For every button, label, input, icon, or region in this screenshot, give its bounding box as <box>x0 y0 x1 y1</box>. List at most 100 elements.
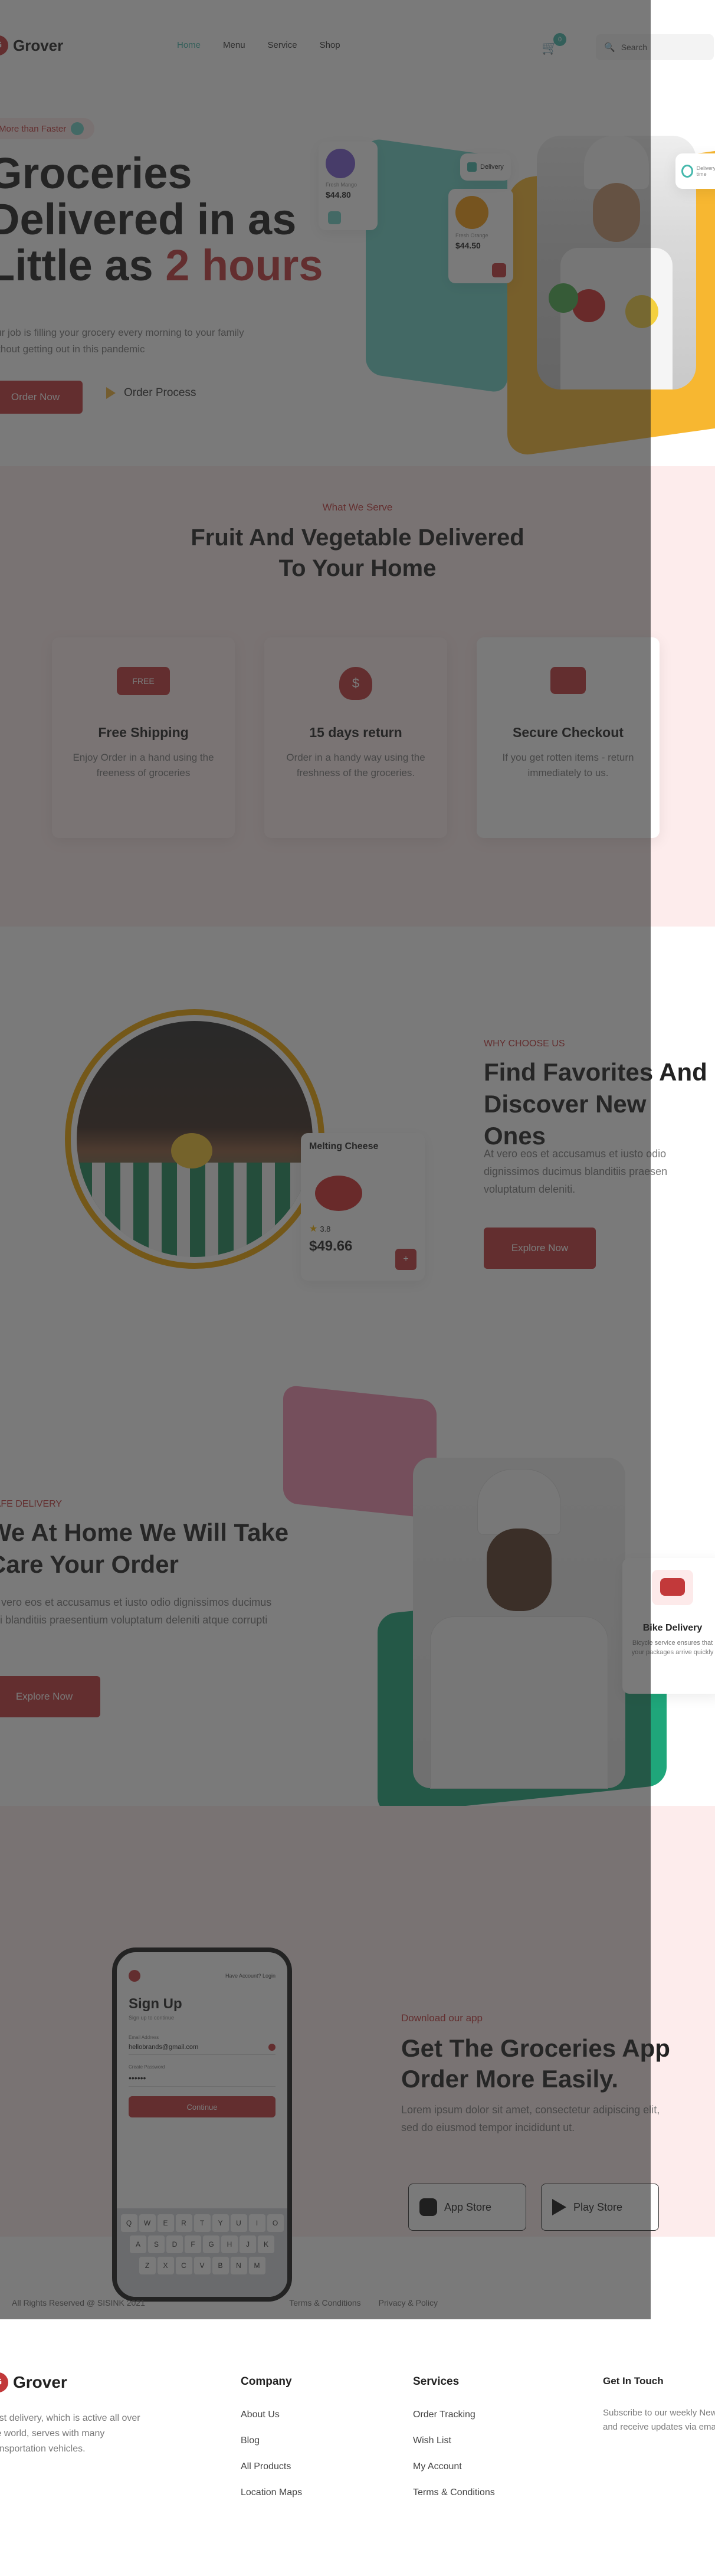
scooter-icon <box>652 1570 693 1605</box>
key[interactable]: J <box>240 2235 256 2253</box>
phone-mockup: Have Account? Login Sign Up Sign up to c… <box>112 1947 292 2302</box>
play-store-button[interactable]: Play Store <box>541 2184 659 2231</box>
footer-link-terms[interactable]: Terms & Conditions <box>413 2487 495 2498</box>
keyboard-row-3: Z X C V B N M <box>120 2257 284 2274</box>
footer-services-title: Services <box>413 2375 460 2388</box>
key[interactable]: W <box>139 2214 156 2232</box>
footer-link-about[interactable]: About Us <box>241 2410 302 2420</box>
key[interactable]: Z <box>139 2257 156 2274</box>
key[interactable]: A <box>130 2235 146 2253</box>
product-card-2-cart[interactable] <box>492 263 506 277</box>
orange-icon <box>455 196 488 229</box>
copyright-text: All Rights Reserved @ SISINK 2021 <box>12 2298 145 2307</box>
phone-continue-button[interactable]: Continue <box>129 2096 275 2117</box>
chef-face <box>593 183 640 242</box>
key[interactable]: O <box>267 2214 284 2232</box>
features-eyebrow: What We Serve <box>322 502 393 513</box>
key[interactable]: S <box>148 2235 165 2253</box>
footer-link-account[interactable]: My Account <box>413 2462 495 2472</box>
key[interactable]: M <box>248 2257 265 2274</box>
logo[interactable]: G Grover <box>0 35 63 55</box>
footer: G Grover Fast delivery, which is active … <box>0 2319 715 2576</box>
delivery-label: Delivery <box>480 163 504 171</box>
feature-card-checkout: Secure Checkout If you get rotten items … <box>477 637 660 838</box>
key[interactable]: E <box>157 2214 174 2232</box>
product-card-1-price: $44.80 <box>326 190 351 199</box>
product-card-1-cart[interactable] <box>328 211 341 224</box>
key[interactable]: V <box>193 2257 211 2274</box>
cart-button[interactable]: 🛒 0 <box>542 33 566 55</box>
chat-icon <box>550 667 586 694</box>
favorites-explore-button[interactable]: Explore Now <box>484 1228 596 1269</box>
order-process-link[interactable]: Order Process <box>106 387 196 400</box>
search-box[interactable]: 🔍 Search <box>596 34 714 60</box>
secure-text: At vero eos et accusamus et iusto odio d… <box>0 1593 271 1629</box>
key[interactable]: D <box>166 2235 183 2253</box>
order-now-button[interactable]: Order Now <box>0 381 83 414</box>
features-title-line1: Fruit And Vegetable Delivered <box>191 525 524 551</box>
lemons <box>171 1133 212 1168</box>
app-store-button[interactable]: App Store <box>408 2184 526 2231</box>
favorites-text-line2: dignissimos ducimus blanditiis praesen <box>484 1166 668 1177</box>
footer-link-wishlist[interactable]: Wish List <box>413 2436 495 2446</box>
key[interactable]: U <box>230 2214 247 2232</box>
product-card-1-name: Fresh Mango <box>326 182 358 188</box>
footer-touch-line1: Subscribe to our weekly Newsletter <box>603 2408 715 2418</box>
key[interactable]: X <box>157 2257 174 2274</box>
hero-section: More than Faster Groceries Delivered in … <box>0 71 715 460</box>
key[interactable]: Q <box>120 2214 137 2232</box>
nav-menu[interactable]: Menu <box>223 40 245 50</box>
phone-password-field[interactable]: •••••• <box>129 2070 275 2087</box>
favorites-text-line1: At vero eos et accusamus et iusto odio <box>484 1148 667 1160</box>
bell-pepper-green <box>549 283 578 313</box>
legal-terms-link[interactable]: Terms & Conditions <box>289 2298 360 2307</box>
key[interactable]: G <box>203 2235 219 2253</box>
favorites-section: Melting Cheese ★ 3.8 $49.66 + WHY CHOOSE… <box>0 932 715 1369</box>
footer-link-tracking[interactable]: Order Tracking <box>413 2410 495 2420</box>
footer-logo[interactable]: G Grover <box>0 2372 67 2392</box>
key[interactable]: C <box>175 2257 192 2274</box>
footer-link-products[interactable]: All Products <box>241 2462 302 2472</box>
product-card-2-name: Fresh Orange <box>455 233 488 238</box>
feature-text-return: Order in a handy way using the freshness… <box>264 750 447 781</box>
footer-link-blog[interactable]: Blog <box>241 2436 302 2446</box>
key[interactable]: F <box>185 2235 201 2253</box>
favorites-title-line1: Find Favorites And <box>484 1058 707 1086</box>
key[interactable]: H <box>221 2235 238 2253</box>
key[interactable]: Y <box>212 2214 229 2232</box>
bike-card-text: Bicycle service ensures that your packag… <box>631 1639 714 1656</box>
feature-text-return-line1: Order in a handy way using the <box>286 752 425 763</box>
feature-text-shipping-line1: Enjoy Order in a hand using the <box>73 752 214 763</box>
favorites-card-rating: ★ 3.8 <box>309 1223 416 1235</box>
product-card-2[interactable]: Fresh Orange $44.50 <box>448 189 513 283</box>
key[interactable]: B <box>212 2257 229 2274</box>
woman-shirt-stripes <box>77 1163 313 1257</box>
key[interactable]: R <box>175 2214 192 2232</box>
favorites-card-add-button[interactable]: + <box>395 1249 416 1270</box>
favorites-product-card[interactable]: Melting Cheese ★ 3.8 $49.66 + <box>301 1133 425 1281</box>
cart-count-badge: 0 <box>553 33 566 46</box>
legal-privacy-link[interactable]: Privacy & Policy <box>379 2298 438 2307</box>
hero-title-line3a: Little as <box>0 241 166 290</box>
footer-link-maps[interactable]: Location Maps <box>241 2487 302 2498</box>
key[interactable]: N <box>230 2257 247 2274</box>
product-card-1[interactable]: Fresh Mango $44.80 <box>319 142 378 230</box>
search-placeholder: Search <box>621 42 648 52</box>
favorites-eyebrow: WHY CHOOSE US <box>484 1039 565 1049</box>
app-title-line2: Order More Easily. <box>401 2065 619 2093</box>
nav-home[interactable]: Home <box>177 40 201 50</box>
nav-service[interactable]: Service <box>268 40 297 50</box>
key[interactable]: K <box>258 2235 274 2253</box>
phone-back-icon[interactable] <box>129 1970 140 1982</box>
hero-subtitle-line2: without getting out in this pandemic <box>0 343 145 355</box>
feature-text-shipping-line2: freeness of groceries <box>96 767 191 778</box>
hero-title-line2: Delivered in as <box>0 195 297 244</box>
phone-email-field[interactable]: hellobrands@gmail.com <box>129 2040 275 2055</box>
nav-shop[interactable]: Shop <box>320 40 340 50</box>
phone-login-link[interactable]: Have Account? Login <box>225 1973 275 1979</box>
favorites-card-name: Melting Cheese <box>309 1141 379 1151</box>
feature-text-checkout-line2: immediately to us. <box>527 767 609 778</box>
key[interactable]: I <box>248 2214 265 2232</box>
secure-explore-button[interactable]: Explore Now <box>0 1676 100 1717</box>
key[interactable]: T <box>193 2214 211 2232</box>
